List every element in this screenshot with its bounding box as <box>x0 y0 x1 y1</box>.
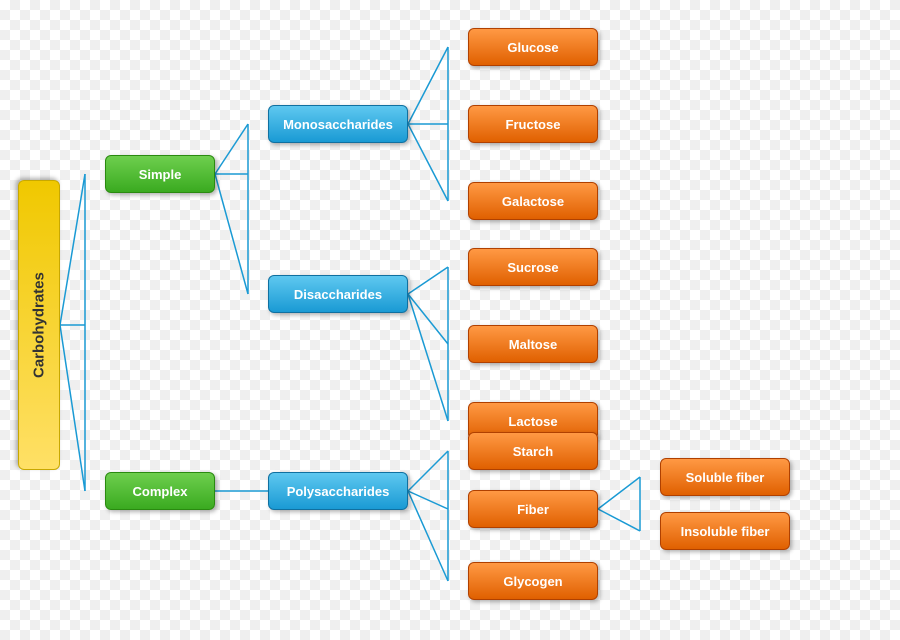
node-glucose: Glucose <box>468 28 598 66</box>
node-fiber: Fiber <box>468 490 598 528</box>
node-disaccharides: Disaccharides <box>268 275 408 313</box>
node-carbohydrates: Carbohydrates <box>18 180 60 470</box>
node-complex: Complex <box>105 472 215 510</box>
node-simple: Simple <box>105 155 215 193</box>
node-glycogen: Glycogen <box>468 562 598 600</box>
node-fructose: Fructose <box>468 105 598 143</box>
node-starch: Starch <box>468 432 598 470</box>
node-insoluble-fiber: Insoluble fiber <box>660 512 790 550</box>
node-maltose: Maltose <box>468 325 598 363</box>
node-galactose: Galactose <box>468 182 598 220</box>
node-soluble-fiber: Soluble fiber <box>660 458 790 496</box>
carbohydrates-diagram: Carbohydrates Simple Complex Monosacchar… <box>0 0 900 640</box>
node-sucrose: Sucrose <box>468 248 598 286</box>
node-polysaccharides: Polysaccharides <box>268 472 408 510</box>
node-monosaccharides: Monosaccharides <box>268 105 408 143</box>
